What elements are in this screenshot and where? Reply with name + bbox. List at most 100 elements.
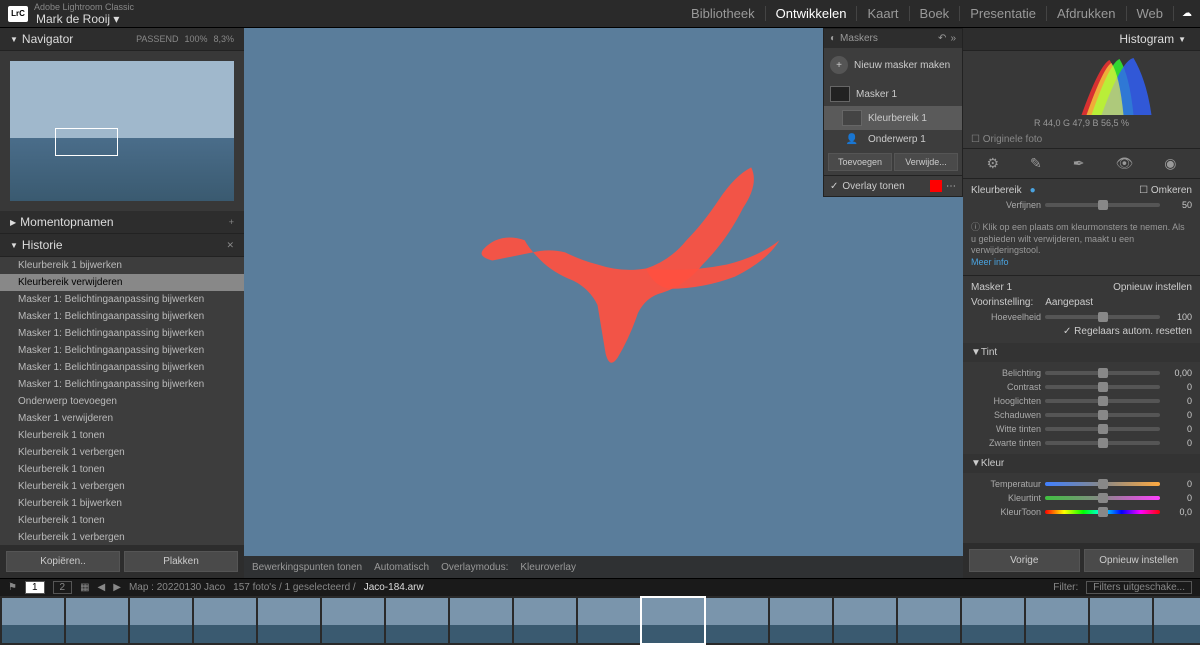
history-item[interactable]: Kleurbereik 1 bijwerken	[0, 257, 244, 274]
close-icon[interactable]: »	[950, 33, 956, 44]
histogram-display[interactable]: R 44,0 G 47,9 B 56,5 %	[963, 51, 1200, 131]
mask-item-1[interactable]: Masker 1	[824, 82, 962, 106]
tint-section-header[interactable]: ▼ Tint	[963, 343, 1200, 362]
overlay-mode-value[interactable]: Kleuroverlay	[520, 562, 576, 573]
brush-icon[interactable]: ✎	[1030, 155, 1042, 172]
filter-dropdown[interactable]: Filters uitgeschake...	[1086, 581, 1192, 594]
paste-button[interactable]: Plakken	[124, 551, 238, 572]
hooglichten-slider[interactable]	[1045, 399, 1160, 403]
cloud-sync-icon[interactable]: ☁	[1182, 8, 1192, 19]
more-icon[interactable]: ⋯	[946, 181, 956, 192]
schaduwen-slider[interactable]	[1045, 413, 1160, 417]
history-item[interactable]: Kleurbereik 1 verbergen	[0, 478, 244, 495]
filmstrip-thumb[interactable]: 78	[194, 598, 256, 643]
history-item[interactable]: Masker 1: Belichtingaanpassing bijwerken	[0, 342, 244, 359]
refine-slider[interactable]	[1045, 203, 1160, 207]
filmstrip-thumb[interactable]: 87	[770, 598, 832, 643]
edit-points-toggle[interactable]: Bewerkingspunten tonen	[252, 562, 362, 573]
history-item[interactable]: Onderwerp toevoegen	[0, 393, 244, 410]
navigator-thumbnail[interactable]	[0, 51, 244, 211]
radial-icon[interactable]: ◉	[1164, 155, 1176, 172]
filmstrip-thumb[interactable]: 86	[706, 598, 768, 643]
kleurtoon-slider[interactable]	[1045, 510, 1160, 514]
more-info-link[interactable]: Meer info	[971, 257, 1009, 267]
filmstrip-thumb[interactable]: 81	[386, 598, 448, 643]
nav-kaart[interactable]: Kaart	[857, 6, 909, 21]
main-canvas[interactable]: ◐ Maskers ↶ » + Nieuw masker maken Maske…	[244, 28, 963, 578]
new-mask-button[interactable]: + Nieuw masker maken	[824, 48, 962, 82]
filmstrip-thumb[interactable]: 90	[962, 598, 1024, 643]
snapshots-header[interactable]: ▶ Momentopnamen +	[0, 211, 244, 234]
filmstrip-thumb[interactable]: 76	[66, 598, 128, 643]
color-section-header[interactable]: ▼ Kleur	[963, 454, 1200, 473]
nav-fwd-icon[interactable]: ▶	[113, 582, 121, 593]
previous-button[interactable]: Vorige	[969, 549, 1080, 572]
overlay-label[interactable]: Overlay tonen	[842, 181, 904, 192]
color-sample-dot[interactable]: ●	[1030, 185, 1036, 196]
temperatuur-slider[interactable]	[1045, 482, 1160, 486]
plus-icon[interactable]: +	[229, 217, 234, 227]
history-item[interactable]: Masker 1: Belichtingaanpassing bijwerken	[0, 325, 244, 342]
nav-afdrukken[interactable]: Afdrukken	[1047, 6, 1127, 21]
nav-fit[interactable]: PASSEND	[136, 34, 178, 44]
filmstrip-thumb[interactable]: 82	[450, 598, 512, 643]
nav-boek[interactable]: Boek	[910, 6, 961, 21]
user-name[interactable]: Mark de Rooij ▾	[36, 12, 134, 26]
overlay-color-swatch[interactable]	[930, 180, 942, 192]
kleurtint-slider[interactable]	[1045, 496, 1160, 500]
contrast-slider[interactable]	[1045, 385, 1160, 389]
filmstrip-thumb[interactable]: 88	[834, 598, 896, 643]
belichting-slider[interactable]	[1045, 371, 1160, 375]
mask-component-subject[interactable]: 👤 Onderwerp 1	[824, 130, 962, 149]
preset-value[interactable]: Aangepast	[1045, 297, 1093, 308]
filmstrip-thumb[interactable]: 83	[514, 598, 576, 643]
history-item[interactable]: Masker 1: Belichtingaanpassing bijwerken	[0, 308, 244, 325]
edit-points-mode[interactable]: Automatisch	[374, 562, 429, 573]
filmstrip-thumb[interactable]: 79	[258, 598, 320, 643]
amount-slider[interactable]	[1045, 315, 1160, 319]
filmstrip-thumb[interactable]: 91	[1026, 598, 1088, 643]
filmstrip-thumb[interactable]: 85	[642, 598, 704, 643]
histogram-header[interactable]: Histogram ▼	[963, 28, 1200, 51]
nav-zoom-custom[interactable]: 8,3%	[213, 34, 234, 44]
copy-button[interactable]: Kopiëren..	[6, 551, 120, 572]
witte tinten-slider[interactable]	[1045, 427, 1160, 431]
filmstrip-thumb[interactable]: 93	[1154, 598, 1200, 643]
history-item[interactable]: Kleurbereik 1 bijwerken	[0, 495, 244, 512]
folder-path[interactable]: Map : 20220130 Jaco	[129, 582, 225, 593]
nav-ontwikkelen[interactable]: Ontwikkelen	[766, 6, 858, 21]
mask-reset-link[interactable]: Opnieuw instellen	[1113, 282, 1192, 293]
filmstrip-thumb[interactable]: 92	[1090, 598, 1152, 643]
history-header[interactable]: ▼ Historie ✕	[0, 234, 244, 257]
nav-back-icon[interactable]: ◀	[98, 582, 106, 593]
history-item[interactable]: Kleurbereik 1 tonen	[0, 427, 244, 444]
add-mask-button[interactable]: Toevoegen	[828, 153, 892, 171]
nav-bibliotheek[interactable]: Bibliotheek	[681, 6, 766, 21]
navigator-crop-rect[interactable]	[55, 128, 118, 156]
eyedropper-icon[interactable]: ✒	[1073, 155, 1085, 172]
eye-icon[interactable]: 👁	[1115, 155, 1133, 172]
history-item[interactable]: Kleurbereik 1 tonen	[0, 461, 244, 478]
masks-header[interactable]: ◐ Maskers ↶ »	[824, 29, 962, 48]
history-item[interactable]: Kleurbereik verwijderen	[0, 274, 244, 291]
flag-icon[interactable]: ⚑	[8, 582, 17, 593]
history-item[interactable]: Masker 1 verwijderen	[0, 410, 244, 427]
history-item[interactable]: Masker 1: Belichtingaanpassing bijwerken	[0, 359, 244, 376]
filmstrip-thumb[interactable]: 75	[2, 598, 64, 643]
history-item[interactable]: Kleurbereik 1 verbergen	[0, 529, 244, 545]
grid-icon[interactable]: ▦	[80, 582, 89, 593]
auto-reset-toggle[interactable]: ✓ Regelaars autom. resetten	[1063, 326, 1192, 337]
close-icon[interactable]: ✕	[226, 240, 234, 251]
filmstrip-thumb[interactable]: 80	[322, 598, 384, 643]
filmstrip-thumb[interactable]: 77	[130, 598, 192, 643]
nav-zoom-100[interactable]: 100%	[184, 34, 207, 44]
original-photo-toggle[interactable]: ☐ Originele foto	[963, 131, 1200, 149]
checkbox-icon[interactable]: ✓	[830, 181, 838, 192]
mask-component-colorrange[interactable]: Kleurbereik 1	[824, 106, 962, 130]
filmstrip-thumb[interactable]: 89	[898, 598, 960, 643]
nav-web[interactable]: Web	[1127, 6, 1175, 21]
remove-mask-button[interactable]: Verwijde...	[894, 153, 958, 171]
history-item[interactable]: Masker 1: Belichtingaanpassing bijwerken	[0, 376, 244, 393]
filmstrip-thumb[interactable]: 84	[578, 598, 640, 643]
monitor-1[interactable]: 1	[25, 581, 45, 594]
